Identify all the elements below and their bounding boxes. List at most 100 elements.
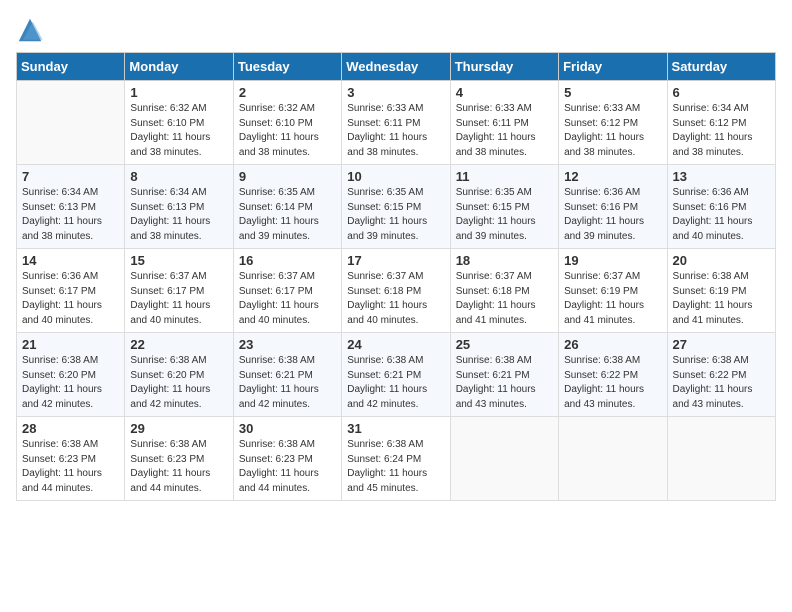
day-info: Sunrise: 6:34 AM Sunset: 6:13 PM Dayligh… [130,186,227,244]
day-number: 4 [456,85,553,100]
calendar-header: SundayMondayTuesdayWednesdayThursdayFrid… [17,53,776,81]
day-number: 19 [564,253,661,268]
day-number: 3 [347,85,444,100]
day-number: 12 [564,169,661,184]
weekday-header: Friday [559,53,667,81]
calendar-week-row: 1 Sunrise: 6:32 AM Sunset: 6:10 PM Daylig… [17,81,776,165]
day-info: Sunrise: 6:38 AM Sunset: 6:21 PM Dayligh… [347,354,444,412]
calendar-cell: 16 Sunrise: 6:37 AM Sunset: 6:17 PM Dayli… [233,249,341,333]
day-info: Sunrise: 6:38 AM Sunset: 6:23 PM Dayligh… [130,438,227,496]
day-number: 24 [347,337,444,352]
calendar-cell: 19 Sunrise: 6:37 AM Sunset: 6:19 PM Dayli… [559,249,667,333]
calendar-cell [667,417,775,501]
day-info: Sunrise: 6:38 AM Sunset: 6:23 PM Dayligh… [22,438,119,496]
weekday-header: Thursday [450,53,558,81]
calendar-table: SundayMondayTuesdayWednesdayThursdayFrid… [16,52,776,501]
calendar-cell [17,81,125,165]
calendar-cell: 7Sunrise: 6:34 AM Sunset: 6:13 PM Daylig… [17,165,125,249]
day-info: Sunrise: 6:36 AM Sunset: 6:17 PM Dayligh… [22,270,119,328]
weekday-header: Sunday [17,53,125,81]
calendar-cell: 30Sunrise: 6:38 AM Sunset: 6:23 PM Dayli… [233,417,341,501]
calendar-cell: 17 Sunrise: 6:37 AM Sunset: 6:18 PM Dayli… [342,249,450,333]
day-number: 27 [673,337,770,352]
day-number: 14 [22,253,119,268]
logo-icon [16,16,44,44]
day-number: 28 [22,421,119,436]
day-number: 16 [239,253,336,268]
calendar-cell: 24 Sunrise: 6:38 AM Sunset: 6:21 PM Dayli… [342,333,450,417]
calendar-cell: 10 Sunrise: 6:35 AM Sunset: 6:15 PM Dayli… [342,165,450,249]
calendar-cell: 23Sunrise: 6:38 AM Sunset: 6:21 PM Dayli… [233,333,341,417]
calendar-cell: 15Sunrise: 6:37 AM Sunset: 6:17 PM Dayli… [125,249,233,333]
calendar-cell: 8Sunrise: 6:34 AM Sunset: 6:13 PM Daylig… [125,165,233,249]
day-info: Sunrise: 6:38 AM Sunset: 6:20 PM Dayligh… [22,354,119,412]
calendar-cell: 28 Sunrise: 6:38 AM Sunset: 6:23 PM Dayli… [17,417,125,501]
day-info: Sunrise: 6:35 AM Sunset: 6:15 PM Dayligh… [347,186,444,244]
calendar-cell: 13 Sunrise: 6:36 AM Sunset: 6:16 PM Dayli… [667,165,775,249]
day-info: Sunrise: 6:37 AM Sunset: 6:17 PM Dayligh… [239,270,336,328]
calendar-cell [559,417,667,501]
day-info: Sunrise: 6:38 AM Sunset: 6:22 PM Dayligh… [673,354,770,412]
calendar-cell: 21 Sunrise: 6:38 AM Sunset: 6:20 PM Dayli… [17,333,125,417]
calendar-cell: 11 Sunrise: 6:35 AM Sunset: 6:15 PM Dayli… [450,165,558,249]
day-number: 13 [673,169,770,184]
calendar-cell: 29 Sunrise: 6:38 AM Sunset: 6:23 PM Dayli… [125,417,233,501]
weekday-header: Monday [125,53,233,81]
day-info: Sunrise: 6:32 AM Sunset: 6:10 PM Dayligh… [239,102,336,160]
calendar-cell: 18 Sunrise: 6:37 AM Sunset: 6:18 PM Dayli… [450,249,558,333]
calendar-week-row: 7 Sunrise: 6:34 AM Sunset: 6:13 PM Daylig… [17,165,776,249]
day-number: 26 [564,337,661,352]
calendar-cell: 1 Sunrise: 6:32 AM Sunset: 6:10 PM Daylig… [125,81,233,165]
calendar-cell: 25Sunrise: 6:38 AM Sunset: 6:21 PM Dayli… [450,333,558,417]
day-number: 7 [22,169,119,184]
day-info: Sunrise: 6:34 AM Sunset: 6:12 PM Dayligh… [673,102,770,160]
day-info: Sunrise: 6:33 AM Sunset: 6:11 PM Dayligh… [347,102,444,160]
calendar-cell: 26Sunrise: 6:38 AM Sunset: 6:22 PM Dayli… [559,333,667,417]
day-number: 29 [130,421,227,436]
day-info: Sunrise: 6:32 AM Sunset: 6:10 PM Dayligh… [130,102,227,160]
day-number: 17 [347,253,444,268]
day-number: 10 [347,169,444,184]
day-number: 20 [673,253,770,268]
day-info: Sunrise: 6:37 AM Sunset: 6:19 PM Dayligh… [564,270,661,328]
weekday-row: SundayMondayTuesdayWednesdayThursdayFrid… [17,53,776,81]
day-info: Sunrise: 6:37 AM Sunset: 6:18 PM Dayligh… [347,270,444,328]
calendar-cell: 2 Sunrise: 6:32 AM Sunset: 6:10 PM Daylig… [233,81,341,165]
calendar-week-row: 14 Sunrise: 6:36 AM Sunset: 6:17 PM Dayli… [17,249,776,333]
day-info: Sunrise: 6:35 AM Sunset: 6:15 PM Dayligh… [456,186,553,244]
weekday-header: Saturday [667,53,775,81]
page-header [16,16,776,44]
day-info: Sunrise: 6:36 AM Sunset: 6:16 PM Dayligh… [564,186,661,244]
calendar-cell: 31 Sunrise: 6:38 AM Sunset: 6:24 PM Dayli… [342,417,450,501]
day-info: Sunrise: 6:37 AM Sunset: 6:18 PM Dayligh… [456,270,553,328]
day-number: 21 [22,337,119,352]
day-number: 11 [456,169,553,184]
calendar-cell: 6 Sunrise: 6:34 AM Sunset: 6:12 PM Daylig… [667,81,775,165]
day-number: 18 [456,253,553,268]
calendar-cell [450,417,558,501]
calendar-week-row: 28 Sunrise: 6:38 AM Sunset: 6:23 PM Dayli… [17,417,776,501]
day-info: Sunrise: 6:33 AM Sunset: 6:11 PM Dayligh… [456,102,553,160]
day-number: 2 [239,85,336,100]
calendar-cell: 5Sunrise: 6:33 AM Sunset: 6:12 PM Daylig… [559,81,667,165]
calendar-cell: 9Sunrise: 6:35 AM Sunset: 6:14 PM Daylig… [233,165,341,249]
day-number: 23 [239,337,336,352]
logo [16,16,48,44]
day-number: 22 [130,337,227,352]
calendar-cell: 22 Sunrise: 6:38 AM Sunset: 6:20 PM Dayli… [125,333,233,417]
day-info: Sunrise: 6:37 AM Sunset: 6:17 PM Dayligh… [130,270,227,328]
day-info: Sunrise: 6:38 AM Sunset: 6:23 PM Dayligh… [239,438,336,496]
day-info: Sunrise: 6:38 AM Sunset: 6:20 PM Dayligh… [130,354,227,412]
day-number: 1 [130,85,227,100]
day-info: Sunrise: 6:36 AM Sunset: 6:16 PM Dayligh… [673,186,770,244]
weekday-header: Wednesday [342,53,450,81]
day-info: Sunrise: 6:33 AM Sunset: 6:12 PM Dayligh… [564,102,661,160]
calendar-cell: 20Sunrise: 6:38 AM Sunset: 6:19 PM Dayli… [667,249,775,333]
day-number: 31 [347,421,444,436]
calendar-body: 1 Sunrise: 6:32 AM Sunset: 6:10 PM Daylig… [17,81,776,501]
calendar-week-row: 21 Sunrise: 6:38 AM Sunset: 6:20 PM Dayli… [17,333,776,417]
day-number: 6 [673,85,770,100]
weekday-header: Tuesday [233,53,341,81]
day-info: Sunrise: 6:38 AM Sunset: 6:24 PM Dayligh… [347,438,444,496]
calendar-cell: 14 Sunrise: 6:36 AM Sunset: 6:17 PM Dayli… [17,249,125,333]
